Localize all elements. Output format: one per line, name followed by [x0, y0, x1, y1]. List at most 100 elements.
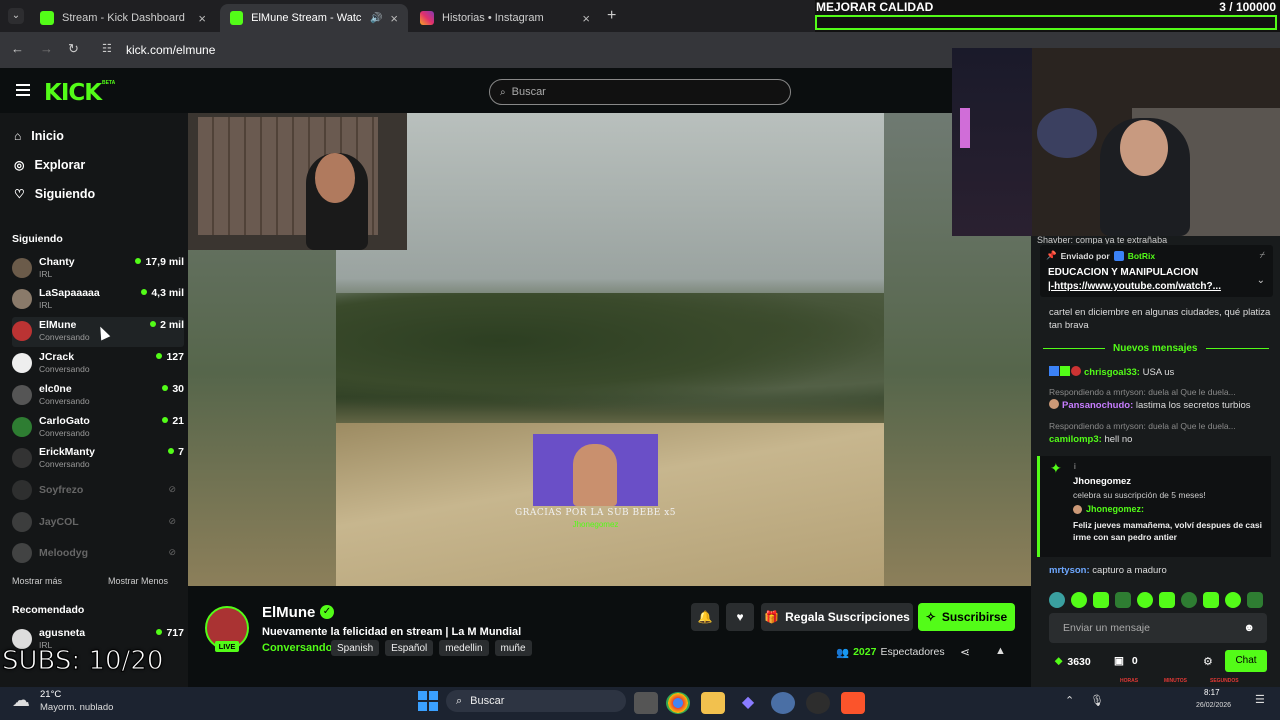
weather-temp[interactable]: 21°C	[40, 689, 61, 700]
taskbar-date[interactable]: 26/02/2026	[1196, 702, 1231, 709]
stream-tags: Spanish Español medellin muñe	[331, 640, 532, 656]
chat-settings-icon[interactable]: ⚙	[1203, 655, 1213, 668]
sidebar-nav-home[interactable]: ⌂ Inicio	[14, 129, 64, 143]
sidebar-channel-lasapaaaaa[interactable]: LaSapaaaaa IRL 4,3 mil	[12, 285, 184, 315]
pinned-link[interactable]: |-https://www.youtube.com/watch?...	[1048, 281, 1221, 292]
chat-username[interactable]: mrtyson:	[1049, 565, 1090, 576]
pinned-message[interactable]: 📌 Enviado por BotRix ⌿ EDUCACION Y MANIP…	[1040, 245, 1273, 297]
sidebar-channel-chanty[interactable]: Chanty IRL 17,9 mil	[12, 254, 184, 284]
subscription-event: ✦ i Jhonegomez celebra su suscripción de…	[1040, 456, 1271, 557]
reload-icon[interactable]: ↻	[68, 41, 79, 57]
obs-icon[interactable]	[806, 692, 830, 714]
taskbar-search[interactable]: ⌕ Buscar	[446, 690, 626, 712]
emote-icon[interactable]	[1137, 592, 1153, 608]
settings-icon[interactable]	[771, 692, 795, 714]
expand-chevron-icon[interactable]: ⌄	[1257, 275, 1265, 286]
app-icon[interactable]: ◆	[736, 692, 760, 714]
taskbar-time[interactable]: 8:17	[1204, 688, 1220, 697]
emote-icon[interactable]	[1071, 592, 1087, 608]
gift-icon: ▣	[1114, 655, 1124, 667]
file-explorer-icon[interactable]	[701, 692, 725, 714]
partial-top-message: Shavber: compa ya te extrañaba	[1037, 236, 1168, 244]
speaker-icon[interactable]: 🔊	[370, 13, 382, 24]
report-icon[interactable]: ▲	[995, 645, 1006, 657]
windows-start-icon[interactable]	[418, 691, 438, 711]
channel-name: LaSapaaaaa	[39, 287, 100, 299]
stream-category[interactable]: Conversando	[262, 642, 332, 654]
tab-kick-dashboard[interactable]: Stream - Kick Dashboard ×	[30, 4, 216, 32]
close-tab-icon[interactable]: ×	[198, 11, 206, 26]
forward-icon[interactable]: →	[40, 41, 53, 56]
sidebar-nav-explore[interactable]: ◎ Explorar	[14, 158, 85, 172]
weather-desc[interactable]: Mayorm. nublado	[40, 702, 113, 713]
sidebar-channel-jaycol[interactable]: JayCOL ⊘	[12, 508, 184, 538]
share-icon[interactable]: ⋖	[960, 645, 970, 659]
site-settings-icon[interactable]: ☷	[102, 42, 112, 55]
channel-name[interactable]: ElMune	[262, 604, 315, 621]
gift-counter[interactable]: ▣ 0	[1114, 655, 1138, 667]
chat-username[interactable]: Pansanochudo:	[1062, 400, 1133, 411]
sub-event-user[interactable]: Jhonegomez	[1073, 476, 1131, 487]
sidebar-nav-following[interactable]: ♡ Siguiendo	[14, 187, 95, 201]
notifications-icon[interactable]: ☰	[1255, 693, 1265, 706]
sidebar-channel-jcrack[interactable]: JCrack Conversando 127	[12, 349, 184, 379]
notification-bell-button[interactable]: 🔔	[691, 603, 719, 631]
viewer-count: 127	[156, 351, 184, 363]
tab-title: ElMune Stream - Watch Live	[251, 12, 362, 24]
chat-username[interactable]: chrisgoal33:	[1084, 367, 1140, 378]
sidebar-channel-carlogato[interactable]: CarloGato Conversando 21	[12, 413, 184, 443]
chrome-icon[interactable]	[666, 692, 690, 714]
emote-icon[interactable]	[1049, 592, 1065, 608]
tab-instagram[interactable]: Historias • Instagram ×	[410, 4, 600, 32]
channel-points[interactable]: ⬥ 3630	[1055, 655, 1091, 668]
sub-alert-text: GRACIAS POR LA SUB BEBE x5	[514, 508, 677, 518]
sidebar-channel-erickmanty[interactable]: ErickManty Conversando 7	[12, 444, 184, 474]
microphone-icon[interactable]: 🎙	[1090, 694, 1104, 707]
emote-icon[interactable]	[1093, 592, 1109, 608]
channel-name: Chanty	[39, 256, 75, 268]
brave-icon[interactable]	[841, 692, 865, 714]
chat-input[interactable]: Enviar un mensaje ☻	[1049, 613, 1267, 643]
emote-icon[interactable]	[1159, 592, 1175, 608]
url-field[interactable]: kick.com/elmune	[126, 43, 215, 57]
channel-name: agusneta	[39, 627, 86, 639]
emote-icon[interactable]	[1181, 592, 1197, 608]
tag[interactable]: muñe	[494, 640, 532, 656]
back-icon[interactable]: ←	[11, 41, 24, 56]
close-tab-icon[interactable]: ×	[582, 11, 590, 26]
webcam-face	[1120, 120, 1168, 176]
chat-username[interactable]: camilomp3:	[1049, 434, 1102, 445]
tag[interactable]: medellin	[439, 640, 489, 656]
close-tab-icon[interactable]: ×	[390, 11, 398, 26]
tab-list-chevron-icon[interactable]: ⌄	[8, 8, 24, 24]
subscribe-button[interactable]: ✧ Suscribirse	[918, 603, 1015, 631]
new-tab-icon[interactable]: +	[607, 7, 616, 25]
clock-label-hours: HORAS	[1120, 678, 1139, 684]
quality-goal-progress: 3 / 100000	[1219, 0, 1276, 14]
chat-send-button[interactable]: Chat	[1225, 650, 1267, 672]
emote-icon[interactable]	[1247, 592, 1263, 608]
search-input[interactable]: ⌕ Buscar	[489, 79, 791, 105]
emote-icon[interactable]	[1115, 592, 1131, 608]
sidebar-channel-soyfrezo[interactable]: Soyfrezo ⊘	[12, 476, 184, 506]
sub-event-reply-user[interactable]: Jhonegomez:	[1086, 504, 1144, 514]
video-player[interactable]: GRACIAS POR LA SUB BEBE x5 Jhonegomez	[188, 113, 1031, 586]
sidebar-channel-meloodyg[interactable]: Meloodyg ⊘	[12, 539, 184, 569]
unpin-icon[interactable]: ⌿	[1260, 250, 1265, 261]
sidebar-channel-elc0ne[interactable]: elc0ne Conversando 30	[12, 381, 184, 411]
gift-subs-button[interactable]: 🎁 Regala Suscripciones	[761, 603, 913, 631]
follow-button[interactable]: ♥	[726, 603, 754, 631]
kick-logo[interactable]: KICK	[44, 80, 102, 106]
task-view-icon[interactable]	[634, 692, 658, 714]
emoji-icon[interactable]: ☻	[1243, 622, 1255, 634]
tab-elmune-stream[interactable]: ElMune Stream - Watch Live 🔊 ×	[220, 4, 408, 32]
emote-icon[interactable]	[1203, 592, 1219, 608]
tray-chevron-icon[interactable]: ⌃	[1065, 694, 1074, 707]
menu-icon[interactable]	[16, 84, 30, 86]
show-more-button[interactable]: Mostrar más	[12, 576, 62, 586]
home-icon: ⌂	[14, 129, 22, 143]
show-less-button[interactable]: Mostrar Menos	[108, 576, 168, 586]
emote-icon[interactable]	[1225, 592, 1241, 608]
tag[interactable]: Spanish	[331, 640, 380, 656]
tag[interactable]: Español	[385, 640, 434, 656]
